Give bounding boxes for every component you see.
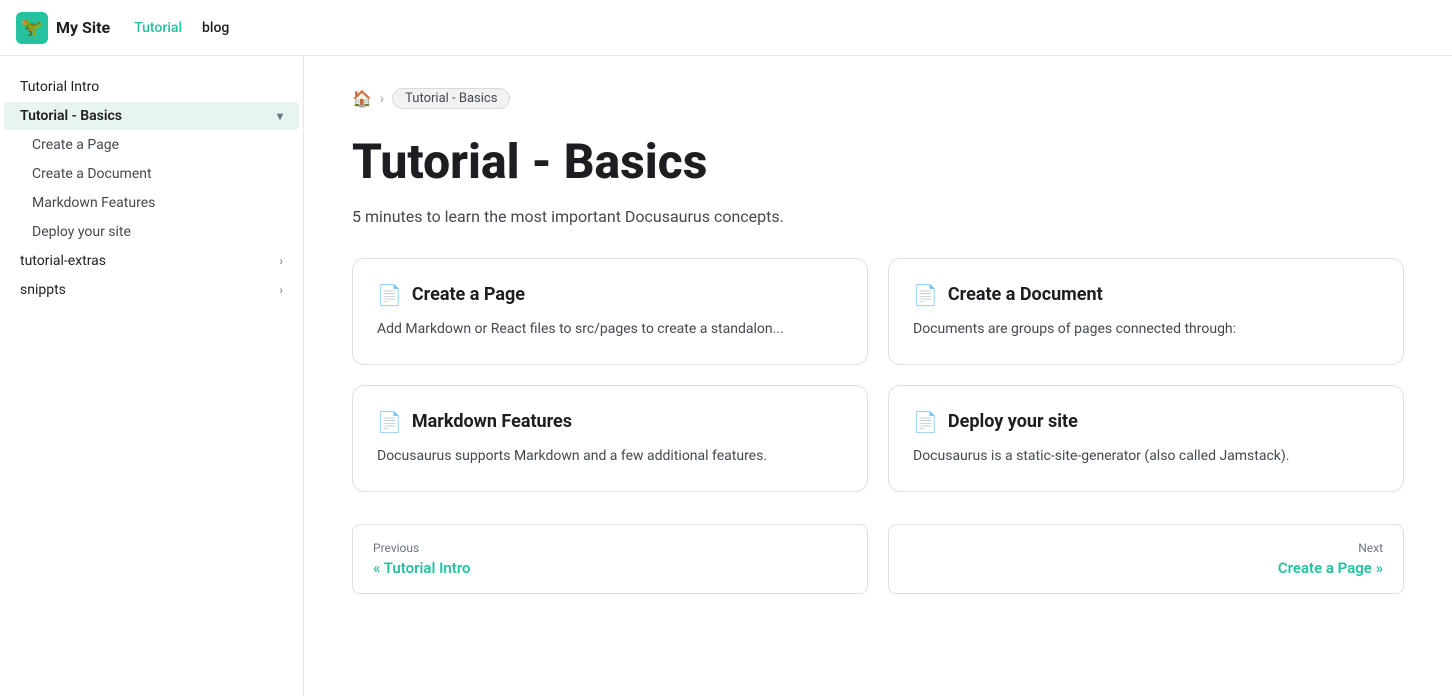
card-desc: Docusaurus is a static-site-generator (a… [913,446,1379,467]
card-title: 📄 Deploy your site [913,410,1379,434]
chevron-right-icon: › [279,254,283,268]
sidebar-item-tutorial-intro[interactable]: Tutorial Intro [4,73,299,101]
sidebar-item-label: tutorial-extras [20,253,106,269]
brand-name: My Site [56,18,110,37]
card-markdown-features[interactable]: 📄 Markdown Features Docusaurus supports … [352,385,868,492]
pagination-prev-label: Previous [373,541,847,555]
document-icon: 📄 [913,410,938,434]
main-content: 🏠 › Tutorial - Basics Tutorial - Basics … [304,56,1452,696]
pagination: Previous « Tutorial Intro Next Create a … [352,524,1404,594]
pagination-next-button[interactable]: Next Create a Page » [888,524,1404,594]
sidebar: Tutorial Intro Tutorial - Basics ▾ Creat… [0,56,304,696]
sidebar-item-label: Markdown Features [32,195,155,211]
sidebar-item-label: Tutorial - Basics [20,108,122,124]
sidebar-item-markdown-features[interactable]: Markdown Features [4,189,299,217]
card-desc: Documents are groups of pages connected … [913,319,1379,340]
sidebar-item-label: Create a Page [32,137,119,153]
document-icon: 📄 [377,283,402,307]
card-desc: Docusaurus supports Markdown and a few a… [377,446,843,467]
card-create-a-document[interactable]: 📄 Create a Document Documents are groups… [888,258,1404,365]
nav-tutorial[interactable]: Tutorial [134,20,182,36]
navbar-links: Tutorial blog [134,20,229,36]
card-create-a-page[interactable]: 📄 Create a Page Add Markdown or React fi… [352,258,868,365]
card-deploy-your-site[interactable]: 📄 Deploy your site Docusaurus is a stati… [888,385,1404,492]
pagination-next-label: Next [909,541,1383,555]
sidebar-item-create-a-document[interactable]: Create a Document [4,160,299,188]
page-subtitle: 5 minutes to learn the most important Do… [352,207,1404,226]
page-title: Tutorial - Basics [352,133,1404,191]
pagination-prev-button[interactable]: Previous « Tutorial Intro [352,524,868,594]
sidebar-item-label: Tutorial Intro [20,79,99,95]
brand-logo: 🦖 [16,12,48,44]
card-title: 📄 Create a Page [377,283,843,307]
card-title-text: Create a Document [948,284,1103,305]
sidebar-item-tutorial-basics[interactable]: Tutorial - Basics ▾ [4,102,299,130]
pagination-next-link[interactable]: Create a Page » [909,559,1383,577]
pagination-prev-link[interactable]: « Tutorial Intro [373,559,847,577]
chevron-down-icon: ▾ [277,109,283,123]
sidebar-item-label: Deploy your site [32,224,131,240]
sidebar-item-label: snippts [20,282,66,298]
navbar: 🦖 My Site Tutorial blog [0,0,1452,56]
breadcrumb-home-icon[interactable]: 🏠 [352,89,372,108]
sidebar-item-deploy-your-site[interactable]: Deploy your site [4,218,299,246]
breadcrumb: 🏠 › Tutorial - Basics [352,88,1404,109]
card-title-text: Markdown Features [412,411,572,432]
card-title: 📄 Create a Document [913,283,1379,307]
document-icon: 📄 [913,283,938,307]
cards-grid: 📄 Create a Page Add Markdown or React fi… [352,258,1404,492]
brand-link[interactable]: 🦖 My Site [16,12,110,44]
document-icon: 📄 [377,410,402,434]
sidebar-item-tutorial-extras[interactable]: tutorial-extras › [4,247,299,275]
breadcrumb-separator: › [380,91,384,107]
chevron-right-icon: › [279,283,283,297]
nav-blog[interactable]: blog [202,20,229,36]
card-desc: Add Markdown or React files to src/pages… [377,319,843,340]
card-title-text: Create a Page [412,284,525,305]
breadcrumb-current: Tutorial - Basics [392,88,510,109]
sidebar-item-create-a-page[interactable]: Create a Page [4,131,299,159]
layout: Tutorial Intro Tutorial - Basics ▾ Creat… [0,56,1452,696]
card-title: 📄 Markdown Features [377,410,843,434]
sidebar-item-label: Create a Document [32,166,152,182]
card-title-text: Deploy your site [948,411,1078,432]
sidebar-item-snippts[interactable]: snippts › [4,276,299,304]
